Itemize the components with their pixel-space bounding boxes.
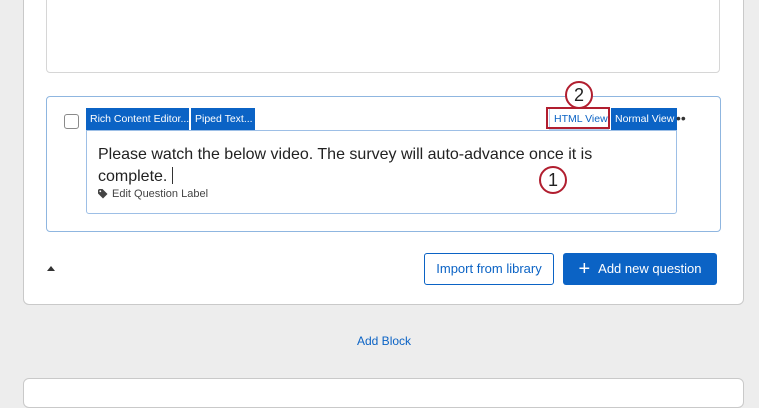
- callout-2: 2: [565, 81, 593, 109]
- add-new-question-button[interactable]: + Add new question: [563, 253, 717, 285]
- tag-icon: [98, 189, 108, 199]
- add-block-link[interactable]: Add Block: [357, 334, 411, 348]
- edit-question-label-link[interactable]: Edit Question Label: [98, 188, 208, 200]
- html-view-tab[interactable]: HTML View: [549, 108, 609, 130]
- rich-content-editor-button[interactable]: Rich Content Editor...: [86, 108, 189, 130]
- plus-icon: +: [578, 258, 591, 280]
- add-new-question-label: Add new question: [598, 261, 702, 276]
- callout-1: 1: [539, 166, 567, 194]
- question-select-checkbox[interactable]: [64, 114, 79, 129]
- edit-question-label-text: Edit Question Label: [112, 188, 209, 200]
- previous-question-card[interactable]: [46, 0, 720, 73]
- piped-text-button[interactable]: Piped Text...: [191, 108, 255, 130]
- normal-view-tab[interactable]: Normal View: [611, 108, 677, 130]
- collapse-block-icon[interactable]: [47, 266, 55, 271]
- next-block-card: [23, 378, 744, 408]
- text-cursor: [172, 167, 174, 184]
- import-from-library-button[interactable]: Import from library: [424, 253, 554, 285]
- more-options-icon[interactable]: ••: [676, 110, 686, 126]
